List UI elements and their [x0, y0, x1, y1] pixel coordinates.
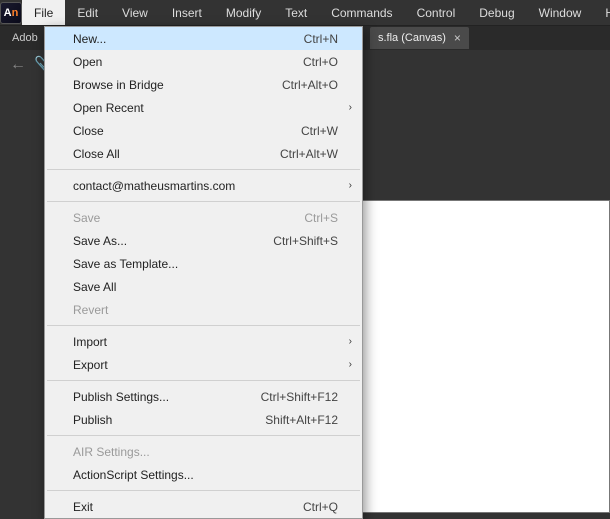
menu-item-label: Save As...: [73, 234, 273, 248]
menu-item-shortcut: Ctrl+Shift+S: [273, 234, 338, 248]
menu-item-publish-settings[interactable]: Publish Settings...Ctrl+Shift+F12: [45, 385, 362, 408]
menu-separator: [47, 490, 360, 491]
menu-debug[interactable]: Debug: [467, 0, 526, 25]
menu-separator: [47, 325, 360, 326]
menu-item-save-as-template[interactable]: Save as Template...: [45, 252, 362, 275]
chevron-right-icon: ›: [349, 359, 352, 370]
menu-item-label: New...: [73, 32, 304, 46]
menu-item-shortcut: Ctrl+Shift+F12: [261, 390, 338, 404]
top-bar: An FileEditViewInsertModifyTextCommandsC…: [0, 0, 610, 26]
app-logo: An: [0, 0, 22, 25]
menu-item-label: AIR Settings...: [73, 445, 338, 459]
menu-modify[interactable]: Modify: [214, 0, 273, 25]
product-label: Adob: [6, 32, 44, 44]
file-menu-dropdown: New...Ctrl+NOpenCtrl+OBrowse in BridgeCt…: [44, 26, 363, 519]
menu-item-publish[interactable]: PublishShift+Alt+F12: [45, 408, 362, 431]
menu-item-label: Publish: [73, 413, 265, 427]
menu-item-label: Save All: [73, 280, 338, 294]
logo-letter-a: A: [4, 7, 12, 19]
chevron-right-icon: ›: [349, 180, 352, 191]
menu-control[interactable]: Control: [405, 0, 468, 25]
menu-item-exit[interactable]: ExitCtrl+Q: [45, 495, 362, 518]
menu-item-shortcut: Ctrl+Alt+W: [280, 147, 338, 161]
chevron-right-icon: ›: [349, 102, 352, 113]
menu-item-close[interactable]: CloseCtrl+W: [45, 119, 362, 142]
menu-item-shortcut: Ctrl+O: [303, 55, 338, 69]
menu-item-save-all[interactable]: Save All: [45, 275, 362, 298]
menu-item-save: SaveCtrl+S: [45, 206, 362, 229]
menu-item-label: ActionScript Settings...: [73, 468, 338, 482]
menu-item-new[interactable]: New...Ctrl+N: [45, 27, 362, 50]
menu-item-contact-matheusmartins-com[interactable]: contact@matheusmartins.com ›: [45, 174, 362, 197]
menu-item-label: Import: [73, 335, 338, 349]
menu-item-actionscript-settings[interactable]: ActionScript Settings...: [45, 463, 362, 486]
menu-item-shortcut: Ctrl+Q: [303, 500, 338, 514]
menubar: FileEditViewInsertModifyTextCommandsCont…: [22, 0, 610, 25]
tab-label: s.fla (Canvas): [378, 32, 446, 44]
menu-commands[interactable]: Commands: [319, 0, 404, 25]
menu-separator: [47, 380, 360, 381]
menu-item-label: Open: [73, 55, 303, 69]
menu-separator: [47, 435, 360, 436]
menu-item-label: Save as Template...: [73, 257, 338, 271]
menu-item-label: Publish Settings...: [73, 390, 261, 404]
menu-item-shortcut: Ctrl+N: [304, 32, 338, 46]
menu-item-save-as[interactable]: Save As...Ctrl+Shift+S: [45, 229, 362, 252]
menu-item-import[interactable]: Import ›: [45, 330, 362, 353]
menu-item-revert: Revert: [45, 298, 362, 321]
menu-file[interactable]: File: [22, 0, 65, 25]
menu-item-shortcut: Ctrl+Alt+O: [282, 78, 338, 92]
logo-badge: An: [0, 2, 22, 24]
chevron-right-icon: ›: [349, 336, 352, 347]
menu-separator: [47, 169, 360, 170]
menu-separator: [47, 201, 360, 202]
menu-text[interactable]: Text: [273, 0, 319, 25]
menu-item-label: Save: [73, 211, 304, 225]
menu-item-air-settings: AIR Settings...: [45, 440, 362, 463]
menu-item-label: Export: [73, 358, 338, 372]
menu-item-label: Close All: [73, 147, 280, 161]
menu-item-open[interactable]: OpenCtrl+O: [45, 50, 362, 73]
menu-item-shortcut: Ctrl+S: [304, 211, 338, 225]
menu-item-label: Browse in Bridge: [73, 78, 282, 92]
back-icon[interactable]: ←: [8, 55, 28, 75]
canvas-stage[interactable]: [360, 200, 610, 513]
menu-item-shortcut: Shift+Alt+F12: [265, 413, 338, 427]
logo-letter-n: n: [12, 7, 19, 19]
tab-strip: s.fla (Canvas) ×: [370, 26, 469, 50]
menu-item-label: Open Recent: [73, 101, 338, 115]
close-icon[interactable]: ×: [454, 31, 461, 45]
menu-edit[interactable]: Edit: [65, 0, 110, 25]
menu-item-label: Close: [73, 124, 301, 138]
menu-item-export[interactable]: Export ›: [45, 353, 362, 376]
menu-item-browse-in-bridge[interactable]: Browse in BridgeCtrl+Alt+O: [45, 73, 362, 96]
menu-item-label: Revert: [73, 303, 338, 317]
menu-item-label: Exit: [73, 500, 303, 514]
menu-item-close-all[interactable]: Close AllCtrl+Alt+W: [45, 142, 362, 165]
menu-item-open-recent[interactable]: Open Recent ›: [45, 96, 362, 119]
menu-help[interactable]: Help: [593, 0, 610, 25]
menu-view[interactable]: View: [110, 0, 160, 25]
menu-window[interactable]: Window: [527, 0, 594, 25]
menu-item-shortcut: Ctrl+W: [301, 124, 338, 138]
menu-insert[interactable]: Insert: [160, 0, 214, 25]
menu-item-label: contact@matheusmartins.com: [73, 179, 338, 193]
document-tab[interactable]: s.fla (Canvas) ×: [370, 27, 469, 49]
